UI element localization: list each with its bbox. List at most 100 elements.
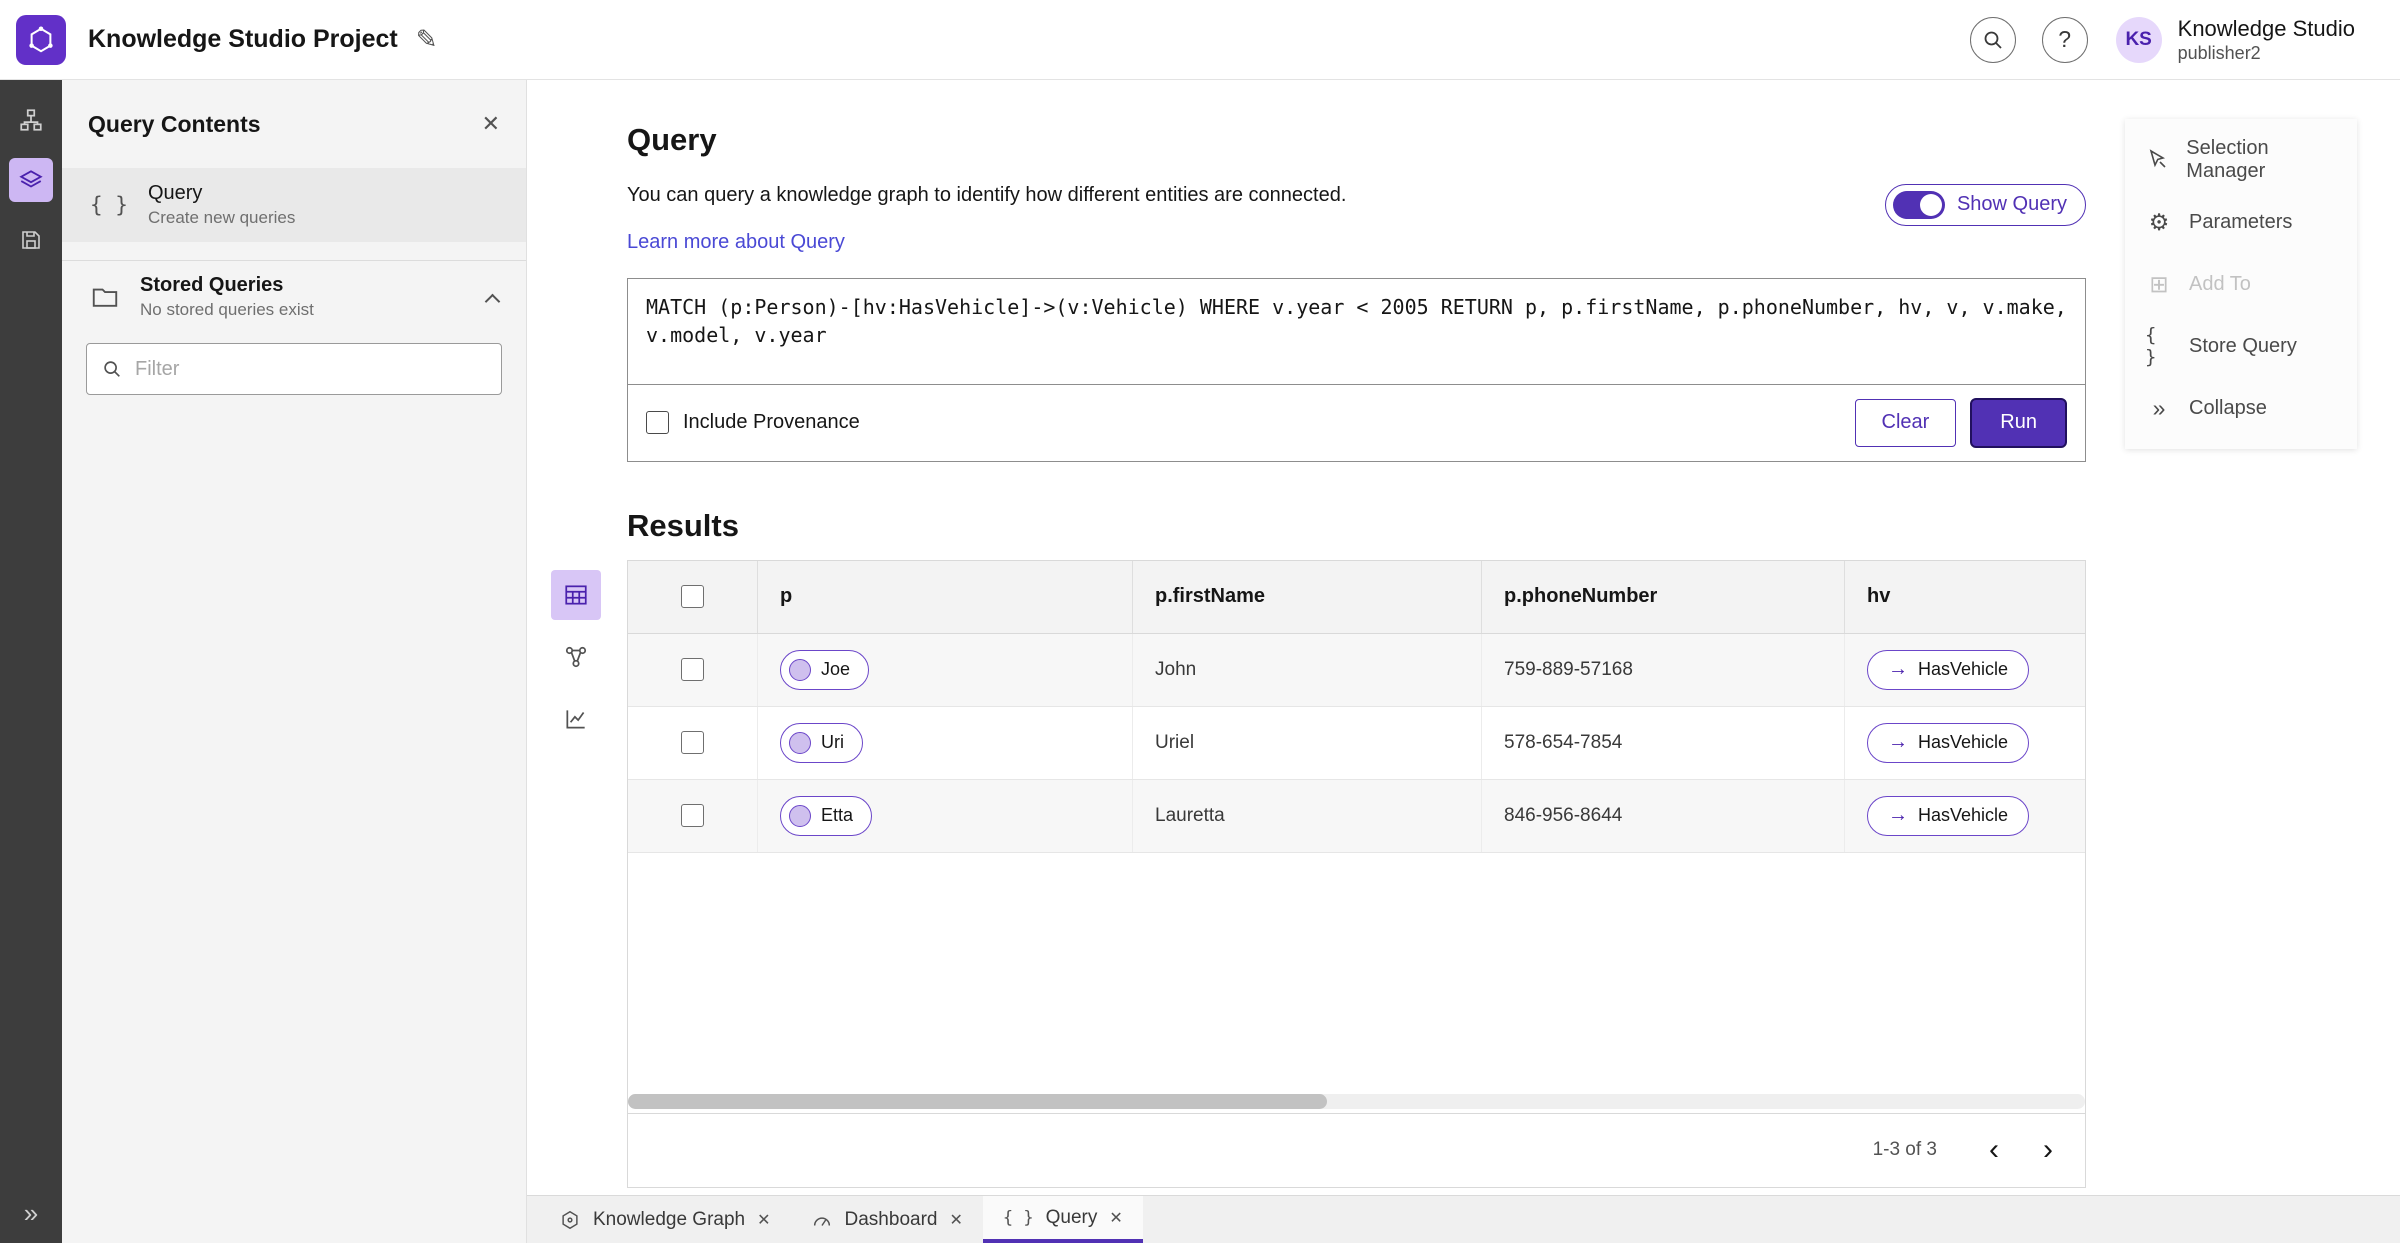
chevron-up-icon[interactable]	[484, 293, 501, 309]
expand-rail-button[interactable]: »	[24, 1198, 38, 1229]
knowledge-studio-logo-icon	[29, 26, 53, 52]
graph-view-button[interactable]	[551, 632, 601, 682]
stored-queries-label: Stored Queries	[140, 274, 284, 296]
row-checkbox[interactable]	[681, 658, 704, 682]
table-header-row: p p.firstName p.phoneNumber hv	[628, 560, 2085, 634]
edit-project-title-icon[interactable]: ✎	[416, 24, 438, 55]
run-button[interactable]: Run	[1970, 397, 2067, 448]
parameters-item[interactable]: ⚙ Parameters	[2125, 191, 2357, 253]
learn-more-link[interactable]: Learn more about Query	[627, 231, 845, 254]
cell-phonenumber: 759-889-57168	[1482, 633, 1845, 706]
close-icon[interactable]: ✕	[1109, 1208, 1122, 1228]
document-tab-bar: Knowledge Graph ✕ Dashboard ✕ { } Query …	[527, 1195, 2400, 1243]
user-avatar[interactable]: KS	[2115, 16, 2162, 63]
table-view-button[interactable]	[551, 569, 601, 620]
layers-icon	[19, 170, 43, 188]
row-checkbox[interactable]	[681, 804, 704, 828]
add-to-item: ⊞ Add To	[2125, 253, 2357, 315]
previous-page-button[interactable]: ‹	[1971, 1127, 2017, 1173]
filter-input[interactable]	[135, 357, 487, 381]
query-item-label: Query	[147, 182, 203, 204]
table-icon	[565, 585, 587, 605]
save-icon	[22, 231, 40, 249]
show-query-toggle[interactable]: Show Query	[1884, 183, 2086, 226]
column-header-phonenumber: p.phoneNumber	[1482, 560, 1845, 633]
results-view-toolbar	[551, 569, 601, 744]
query-actions-menu: Selection Manager ⚙ Parameters ⊞ Add To …	[2125, 119, 2357, 449]
menu-item-label: Store Query	[2189, 334, 2297, 357]
braces-icon: { }	[1002, 1207, 1034, 1228]
selection-manager-item[interactable]: Selection Manager	[2125, 129, 2357, 191]
menu-item-label: Selection Manager	[2186, 137, 2269, 182]
layers-view-button[interactable]	[9, 158, 53, 202]
query-editor-container: MATCH (p:Person)-[hv:HasVehicle]->(v:Veh…	[627, 277, 2086, 462]
search-icon	[104, 361, 120, 377]
cell-firstname: Lauretta	[1133, 779, 1482, 852]
edge-pill[interactable]: → HasVehicle	[1867, 795, 2030, 836]
menu-item-label: Collapse	[2189, 396, 2267, 419]
node-pill[interactable]: Joe	[780, 649, 870, 690]
cell-phonenumber: 846-956-8644	[1482, 779, 1845, 852]
main-content: Query You can query a knowledge graph to…	[527, 80, 2400, 1195]
tab-query[interactable]: { } Query ✕	[982, 1196, 1143, 1243]
app-logo	[16, 14, 66, 65]
add-to-icon: ⊞	[2149, 270, 2169, 297]
hierarchy-view-button[interactable]	[9, 98, 53, 142]
table-empty-area	[628, 852, 2085, 1113]
query-editor[interactable]: MATCH (p:Person)-[hv:HasVehicle]->(v:Veh…	[628, 279, 2085, 385]
clear-button[interactable]: Clear	[1854, 398, 1957, 447]
query-item-description: Create new queries	[147, 208, 296, 227]
table-row: Etta Lauretta 846-956-8644 → HasVehicle	[628, 779, 2085, 853]
stored-queries-filter	[86, 343, 502, 395]
query-editor-footer: Include Provenance Clear Run	[628, 385, 2085, 461]
next-page-button[interactable]: ›	[2025, 1127, 2071, 1173]
chart-icon	[566, 709, 585, 729]
select-all-checkbox[interactable]	[681, 585, 704, 609]
knowledge-graph-icon	[559, 1209, 581, 1231]
horizontal-scrollbar[interactable]	[628, 1093, 1328, 1109]
user-info: Knowledge Studio publisher2	[2178, 15, 2355, 65]
gear-icon: ⚙	[2148, 208, 2170, 235]
stored-queries-description: No stored queries exist	[140, 300, 314, 319]
stored-queries-section[interactable]: Stored Queries No stored queries exist	[62, 261, 526, 333]
node-icon	[789, 731, 811, 754]
node-pill[interactable]: Uri	[780, 722, 863, 763]
search-button[interactable]	[1969, 16, 2016, 63]
chevron-left-icon: ‹	[1989, 1133, 1999, 1167]
tab-label: Dashboard	[844, 1208, 938, 1230]
query-description: You can query a knowledge graph to ident…	[627, 183, 1347, 206]
close-icon[interactable]: ✕	[757, 1210, 770, 1230]
tab-label: Query	[1045, 1206, 1098, 1228]
store-query-item[interactable]: { } Store Query	[2125, 315, 2357, 377]
help-button[interactable]: ?	[2041, 16, 2088, 63]
collapse-item[interactable]: » Collapse	[2125, 377, 2357, 439]
column-header-firstname: p.firstName	[1133, 560, 1482, 633]
node-icon	[789, 804, 811, 827]
tab-knowledge-graph[interactable]: Knowledge Graph ✕	[539, 1196, 791, 1243]
sidebar-item-query[interactable]: { } Query Create new queries	[62, 168, 526, 242]
sidebar-header: Query Contents ✕	[62, 80, 526, 168]
hierarchy-icon	[20, 109, 42, 131]
chevron-double-right-icon: »	[2152, 394, 2166, 421]
save-view-button[interactable]	[9, 218, 53, 262]
chart-view-button[interactable]	[551, 694, 601, 744]
results-table: p p.firstName p.phoneNumber hv Joe John …	[627, 559, 2086, 1188]
edge-pill[interactable]: → HasVehicle	[1867, 649, 2030, 690]
include-provenance-checkbox[interactable]	[646, 411, 669, 435]
cell-firstname: Uriel	[1133, 706, 1482, 779]
table-row: Uri Uriel 578-654-7854 → HasVehicle	[628, 706, 2085, 780]
cell-firstname: John	[1133, 633, 1482, 706]
column-header-p: p	[758, 560, 1133, 633]
toggle-switch[interactable]	[1892, 190, 1945, 219]
include-provenance-label: Include Provenance	[683, 411, 860, 434]
braces-icon: { }	[2145, 324, 2157, 368]
close-icon[interactable]: ✕	[482, 111, 500, 137]
column-header-hv: hv	[1867, 585, 1891, 608]
edge-pill[interactable]: → HasVehicle	[1867, 722, 2030, 763]
close-icon[interactable]: ✕	[949, 1210, 962, 1230]
page-title: Query	[627, 122, 717, 157]
tab-dashboard[interactable]: Dashboard ✕	[791, 1196, 983, 1243]
row-checkbox[interactable]	[681, 731, 704, 755]
node-pill[interactable]: Etta	[780, 795, 873, 836]
user-product-label: Knowledge Studio	[2177, 15, 2355, 41]
